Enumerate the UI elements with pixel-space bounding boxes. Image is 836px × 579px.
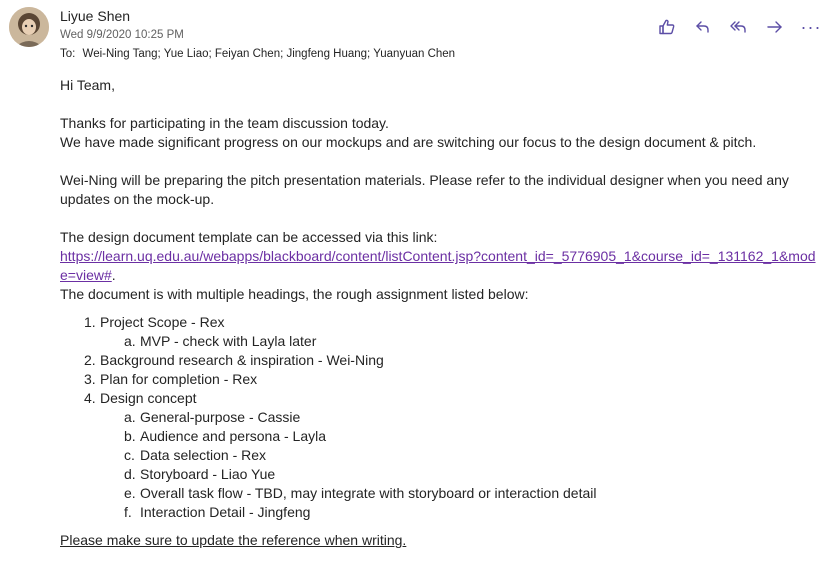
sub-list-item: a. MVP - check with Layla later bbox=[124, 332, 820, 351]
sub-list-item-letter: a. bbox=[124, 333, 136, 349]
sub-list-item-letter: e. bbox=[124, 485, 136, 501]
list-item: 1. Project Scope - Rex a. MVP - check with … bbox=[84, 313, 820, 351]
email-body: Hi Team, Thanks for participating in the… bbox=[60, 76, 820, 550]
sender-name[interactable]: Liyue Shen bbox=[60, 8, 130, 24]
list-item: 2. Background research & inspiration - We… bbox=[84, 351, 820, 370]
reply-icon bbox=[696, 21, 709, 33]
sub-list-item-text: Overall task flow - TBD, may integrate w… bbox=[140, 485, 597, 501]
sub-list-item: f. Interaction Detail - Jingfeng bbox=[124, 503, 820, 522]
paragraph-progress: We have made significant progress on our… bbox=[60, 134, 757, 150]
paragraph-pitch: Wei-Ning will be preparing the pitch pre… bbox=[60, 172, 789, 207]
sub-list-item: e. Overall task flow - TBD, may integrate… bbox=[124, 484, 820, 503]
sender-avatar[interactable] bbox=[9, 7, 49, 47]
list-item-text: Project Scope - Rex bbox=[100, 314, 225, 330]
sub-list-item-letter: b. bbox=[124, 428, 136, 444]
sub-list-item: c. Data selection - Rex bbox=[124, 446, 820, 465]
sub-list-item-text: General-purpose - Cassie bbox=[140, 409, 301, 425]
sub-list-item-letter: f. bbox=[124, 504, 132, 520]
thumbs-up-icon bbox=[659, 19, 675, 35]
paragraph-template-intro: The design document template can be acce… bbox=[60, 229, 438, 245]
list-item-number: 3. bbox=[84, 371, 96, 387]
sub-list-item-text: Audience and persona - Layla bbox=[140, 428, 327, 444]
greeting: Hi Team, bbox=[60, 77, 115, 93]
reply-all-button[interactable] bbox=[724, 14, 754, 40]
sub-list-item: d. Storyboard - Liao Yue bbox=[124, 465, 820, 484]
forward-icon bbox=[767, 21, 782, 33]
message-actions: ··· bbox=[652, 14, 826, 48]
list-item: 3. Plan for completion - Rex bbox=[84, 370, 820, 389]
link-trailing: . bbox=[111, 267, 116, 283]
list-item-text: Background research & inspiration - Wei-… bbox=[100, 352, 384, 368]
paragraph-thanks: Thanks for participating in the team dis… bbox=[60, 115, 389, 131]
more-actions-button[interactable]: ··· bbox=[796, 14, 826, 48]
forward-button[interactable] bbox=[760, 14, 790, 40]
sub-list-item-letter: d. bbox=[124, 466, 136, 482]
list-item-text: Plan for completion - Rex bbox=[100, 371, 258, 387]
reply-button[interactable] bbox=[688, 14, 718, 40]
list-item-number: 4. bbox=[84, 390, 96, 406]
list-item: 4. Design concept a. General-purpose - Cass… bbox=[84, 389, 820, 522]
sub-list: a. MVP - check with Layla later bbox=[100, 332, 820, 351]
design-template-link[interactable]: https://learn.uq.edu.au/webapps/blackboa… bbox=[60, 248, 816, 283]
sub-list-item: b. Audience and persona - Layla bbox=[124, 427, 820, 446]
sub-list-item-text: Interaction Detail - Jingfeng bbox=[140, 504, 311, 520]
sent-date: Wed 9/9/2020 10:25 PM bbox=[60, 29, 184, 41]
sub-list: a. General-purpose - Cassie b. Audience and… bbox=[100, 408, 820, 522]
reply-all-icon bbox=[730, 21, 746, 33]
sub-list-item: a. General-purpose - Cassie bbox=[124, 408, 820, 427]
list-item-text: Design concept bbox=[100, 390, 197, 406]
recipients-line: To: Wei-Ning Tang; Yue Liao; Feiyan Chen… bbox=[60, 48, 455, 60]
sub-list-item-letter: c. bbox=[124, 447, 135, 463]
list-item-number: 2. bbox=[84, 352, 96, 368]
sub-list-item-letter: a. bbox=[124, 409, 136, 425]
to-label: To: bbox=[60, 48, 76, 60]
paragraph-assignment-intro: The document is with multiple headings, … bbox=[60, 286, 529, 302]
sub-list-item-text: MVP - check with Layla later bbox=[140, 333, 317, 349]
closing-note: Please make sure to update the reference… bbox=[60, 532, 407, 548]
recipients-list[interactable]: Wei-Ning Tang; Yue Liao; Feiyan Chen; Ji… bbox=[83, 48, 456, 60]
like-button[interactable] bbox=[652, 14, 682, 40]
assignment-list: 1. Project Scope - Rex a. MVP - check with … bbox=[60, 313, 820, 522]
email-header: Liyue Shen Wed 9/9/2020 10:25 PM To: Wei… bbox=[0, 0, 836, 70]
sub-list-item-text: Storyboard - Liao Yue bbox=[140, 466, 276, 482]
list-item-number: 1. bbox=[84, 314, 96, 330]
template-link-line: https://learn.uq.edu.au/webapps/blackboa… bbox=[60, 247, 820, 285]
sub-list-item-text: Data selection - Rex bbox=[140, 447, 267, 463]
